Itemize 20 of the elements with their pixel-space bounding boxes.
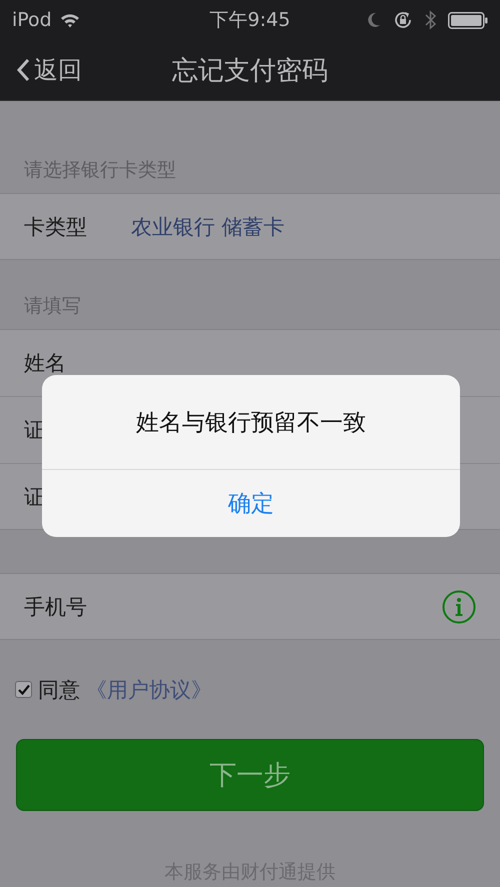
card-type-row[interactable]: 卡类型 农业银行 储蓄卡 <box>0 193 500 260</box>
carrier-name: iPod <box>12 9 52 31</box>
battery-icon <box>448 12 488 28</box>
row-label: 姓名 <box>24 350 66 377</box>
row-label: 手机号 <box>24 594 87 620</box>
rotation-lock-icon <box>393 10 413 30</box>
back-button[interactable]: 返回 <box>16 54 82 86</box>
agree-label: 同意 <box>38 676 80 704</box>
confirm-button[interactable]: 确定 <box>42 470 460 537</box>
card-type-value: 农业银行 储蓄卡 <box>131 214 285 240</box>
wifi-icon <box>60 12 80 28</box>
row-label: 卡类型 <box>24 214 87 240</box>
page-title: 忘记支付密码 <box>172 54 328 88</box>
alert-message: 姓名与银行预留不一致 <box>136 408 366 438</box>
moon-icon <box>367 12 381 28</box>
back-chevron-icon <box>16 58 30 82</box>
bluetooth-icon <box>425 10 436 30</box>
status-time: 下午9:45 <box>210 9 290 31</box>
input-field[interactable]: 手机号 <box>0 573 500 640</box>
agree-checkbox[interactable] <box>15 681 32 698</box>
